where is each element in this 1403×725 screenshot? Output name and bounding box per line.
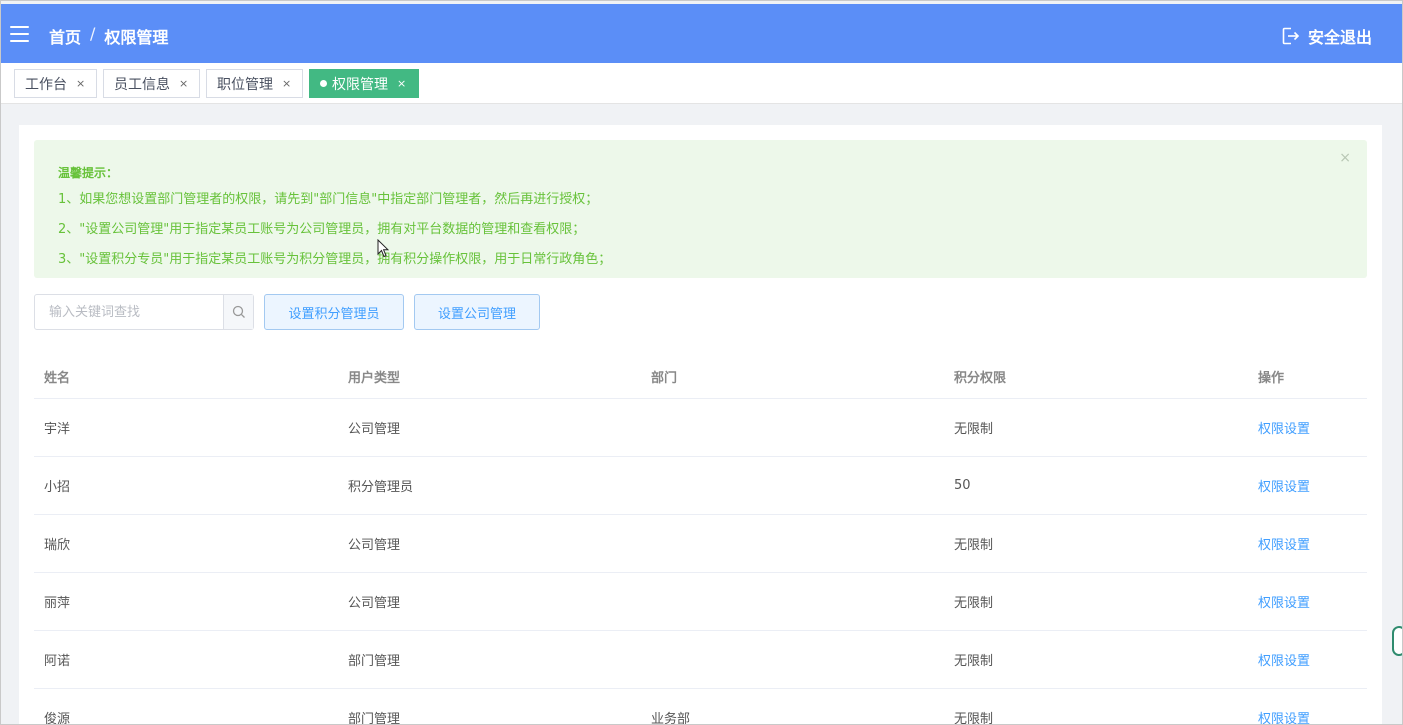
tab-position-management[interactable]: 职位管理 × (206, 69, 303, 98)
breadcrumb-home[interactable]: 首页 (49, 24, 81, 48)
cell-user-type: 部门管理 (348, 654, 401, 669)
permission-settings-link[interactable]: 权限设置 (1258, 515, 1310, 572)
permission-settings-link[interactable]: 权限设置 (1258, 631, 1310, 688)
cell-name: 俊源 (44, 712, 71, 725)
tab-close-icon[interactable]: × (282, 77, 291, 90)
table-row: 丽萍 公司管理 无限制 权限设置 (34, 573, 1367, 631)
cell-points-permission: 无限制 (954, 712, 994, 725)
breadcrumb-separator: / (90, 24, 96, 43)
column-header-points-permission: 积分权限 (954, 371, 1007, 386)
cell-name: 瑞欣 (44, 538, 71, 553)
tab-label: 职位管理 (217, 76, 273, 93)
cell-points-permission: 50 (954, 478, 971, 493)
cell-user-type: 公司管理 (348, 422, 401, 437)
column-header-actions: 操作 (1258, 371, 1285, 386)
tab-close-icon[interactable]: × (179, 77, 188, 90)
table-header-row: 姓名 用户类型 部门 积分权限 操作 (34, 355, 1367, 399)
set-points-admin-button[interactable]: 设置积分管理员 (264, 294, 404, 330)
tab-close-icon[interactable]: × (397, 77, 406, 90)
permission-settings-link[interactable]: 权限设置 (1258, 399, 1310, 456)
cell-name: 丽萍 (44, 596, 71, 611)
app-window: 首页 / 权限管理 安全退出 工作台 × 员工信息 × 职位管理 × 权限管理 … (0, 0, 1403, 725)
alert-close-icon[interactable]: × (1339, 150, 1351, 166)
tab-employee-info[interactable]: 员工信息 × (103, 69, 200, 98)
logout-icon (1282, 27, 1300, 45)
permission-settings-link[interactable]: 权限设置 (1258, 457, 1310, 514)
cell-points-permission: 无限制 (954, 422, 994, 437)
tabs-bar: 工作台 × 员工信息 × 职位管理 × 权限管理 × (1, 63, 1402, 104)
cell-name: 阿诺 (44, 654, 71, 669)
permissions-table: 姓名 用户类型 部门 积分权限 操作 宇洋 公司管理 无限制 权限设置 小招 积… (34, 355, 1367, 725)
alert-line-1: 1、如果您想设置部门管理者的权限，请先到"部门信息"中指定部门管理者，然后再进行… (58, 192, 599, 207)
floating-widget-handle[interactable] (1392, 626, 1402, 656)
alert-line-3: 3、"设置积分专员"用于指定某员工账号为积分管理员，拥有积分操作权限，用于日常行… (58, 252, 612, 267)
alert-line-2: 2、"设置公司管理"用于指定某员工账号为公司管理员，拥有对平台数据的管理和查看权… (58, 222, 586, 237)
cell-points-permission: 无限制 (954, 538, 994, 553)
table-row: 俊源 部门管理 业务部 无限制 权限设置 (34, 689, 1367, 725)
table-row: 小招 积分管理员 50 权限设置 (34, 457, 1367, 515)
cell-name: 小招 (44, 480, 71, 495)
tab-close-icon[interactable]: × (76, 77, 85, 90)
search-icon (232, 305, 245, 318)
cell-user-type: 积分管理员 (348, 480, 414, 495)
active-dot-icon (320, 80, 327, 87)
tab-permission-management[interactable]: 权限管理 × (309, 69, 419, 98)
cell-department: 业务部 (651, 712, 691, 725)
cell-user-type: 公司管理 (348, 596, 401, 611)
cell-user-type: 部门管理 (348, 712, 401, 725)
table-row: 阿诺 部门管理 无限制 权限设置 (34, 631, 1367, 689)
tab-label: 员工信息 (114, 76, 170, 93)
breadcrumb: 首页 / 权限管理 (49, 24, 168, 48)
menu-toggle-icon[interactable] (10, 26, 29, 42)
permission-settings-link[interactable]: 权限设置 (1258, 689, 1310, 724)
top-header: 首页 / 权限管理 安全退出 (1, 4, 1402, 63)
column-header-department: 部门 (651, 371, 678, 386)
cell-user-type: 公司管理 (348, 538, 401, 553)
tab-label: 权限管理 (332, 76, 388, 93)
content-card: 温馨提示： 1、如果您想设置部门管理者的权限，请先到"部门信息"中指定部门管理者… (19, 125, 1382, 725)
tab-label: 工作台 (25, 76, 67, 93)
breadcrumb-current: 权限管理 (104, 28, 169, 47)
cell-name: 宇洋 (44, 422, 71, 437)
search-box (34, 294, 254, 330)
column-header-name: 姓名 (44, 371, 71, 386)
tip-alert: 温馨提示： 1、如果您想设置部门管理者的权限，请先到"部门信息"中指定部门管理者… (34, 140, 1367, 278)
cell-points-permission: 无限制 (954, 654, 994, 669)
logout-button[interactable]: 安全退出 (1280, 24, 1372, 48)
logout-label: 安全退出 (1307, 28, 1372, 47)
cell-points-permission: 无限制 (954, 596, 994, 611)
table-row: 瑞欣 公司管理 无限制 权限设置 (34, 515, 1367, 573)
mouse-cursor-icon (377, 239, 389, 258)
table-row: 宇洋 公司管理 无限制 权限设置 (34, 399, 1367, 457)
set-company-admin-button[interactable]: 设置公司管理 (414, 294, 540, 330)
tab-workbench[interactable]: 工作台 × (14, 69, 97, 98)
search-button[interactable] (223, 295, 253, 329)
column-header-user-type: 用户类型 (348, 371, 401, 386)
search-input[interactable] (35, 295, 223, 329)
alert-title: 温馨提示： (58, 166, 119, 180)
permission-settings-link[interactable]: 权限设置 (1258, 573, 1310, 630)
